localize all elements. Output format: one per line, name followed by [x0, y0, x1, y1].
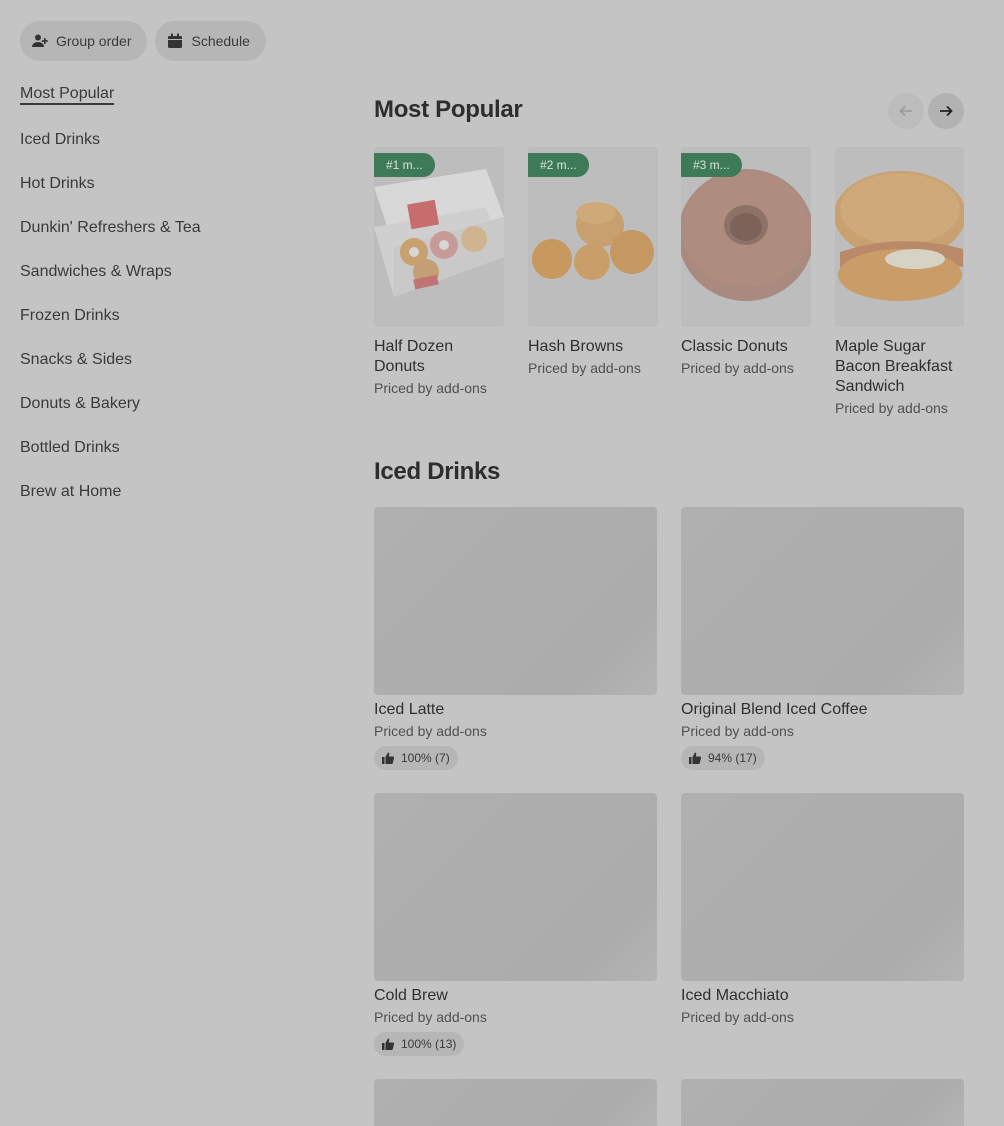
most-popular-heading: Most Popular	[374, 96, 523, 123]
rating-badge: 100% (7)	[374, 746, 458, 770]
rank-badge: #1 m...	[374, 153, 435, 177]
sidebar-item-label: Brew at Home	[20, 483, 122, 500]
sidebar-item-brew-at-home[interactable]: Brew at Home	[20, 480, 320, 524]
item-name: Half Dozen Donuts	[374, 338, 454, 375]
sidebar-item-label: Bottled Drinks	[20, 439, 120, 456]
top-actions: Group order Schedule	[20, 21, 266, 61]
sidebar-item-sandwiches-wraps[interactable]: Sandwiches & Wraps	[20, 260, 320, 304]
sidebar-item-frozen-drinks[interactable]: Frozen Drinks	[20, 304, 320, 348]
item-image-placeholder	[681, 507, 964, 695]
sidebar-item-label: Frozen Drinks	[20, 307, 120, 324]
item-price: Priced by add-ons	[681, 1009, 794, 1025]
item-price: Priced by add-ons	[835, 400, 948, 416]
item-price: Priced by add-ons	[374, 1009, 487, 1025]
menu-item-card[interactable]: Cold Brew Priced by add-ons 100% (13)	[374, 793, 657, 1056]
sidebar-item-label: Iced Drinks	[20, 131, 101, 148]
sidebar-item-label: Dunkin' Refreshers & Tea	[20, 219, 201, 236]
popular-item-card[interactable]: #3 m... Classic Donuts Priced by add-ons	[681, 147, 811, 376]
sidebar-item-hot-drinks[interactable]: Hot Drinks	[20, 172, 320, 216]
item-image	[835, 147, 964, 327]
item-price: Priced by add-ons	[374, 723, 487, 739]
item-name: Classic Donuts	[681, 338, 788, 355]
sidebar-item-most-popular[interactable]: Most Popular	[20, 84, 320, 128]
most-popular-carousel: #1 m... Half Dozen Donuts Priced by add-…	[374, 147, 964, 437]
group-order-button[interactable]: Group order	[20, 21, 148, 61]
popular-item-card[interactable]: #1 m... Half Dozen Donuts Priced by add-…	[374, 147, 504, 396]
sidebar-item-iced-drinks[interactable]: Iced Drinks	[20, 128, 320, 172]
thumbs-up-icon	[689, 752, 701, 764]
item-price: Priced by add-ons	[681, 723, 794, 739]
item-image-placeholder	[374, 507, 657, 695]
item-image: #1 m...	[374, 147, 504, 327]
sidebar-item-label: Snacks & Sides	[20, 351, 133, 368]
thumbs-up-icon	[382, 752, 394, 764]
rating-text: 94% (17)	[708, 751, 757, 765]
category-sidebar: Most Popular Iced Drinks Hot Drinks Dunk…	[20, 84, 320, 524]
item-name: Hash Browns	[528, 338, 624, 355]
arrow-left-icon	[899, 105, 912, 117]
item-name: Iced Macchiato	[681, 987, 789, 1004]
arrow-right-icon	[940, 105, 953, 117]
thumbs-up-icon	[382, 1038, 394, 1050]
popular-item-card[interactable]: #2 m... Hash Browns Priced by add-ons	[528, 147, 658, 376]
rating-badge: 94% (17)	[681, 746, 765, 770]
rating-badge: 100% (13)	[374, 1032, 465, 1056]
item-name: Cold Brew	[374, 987, 448, 1004]
schedule-button[interactable]: Schedule	[155, 21, 266, 61]
calendar-icon	[168, 33, 183, 48]
carousel-next-button[interactable]	[928, 93, 964, 129]
schedule-label: Schedule	[191, 33, 250, 49]
sidebar-item-refreshers-tea[interactable]: Dunkin' Refreshers & Tea	[20, 216, 320, 260]
item-image-placeholder	[374, 793, 657, 981]
menu-item-card[interactable]	[374, 1079, 657, 1126]
item-image-placeholder	[681, 793, 964, 981]
sidebar-item-bottled-drinks[interactable]: Bottled Drinks	[20, 436, 320, 480]
item-image-placeholder	[374, 1079, 657, 1126]
sidebar-item-snacks-sides[interactable]: Snacks & Sides	[20, 348, 320, 392]
menu-item-card[interactable]: Iced Macchiato Priced by add-ons	[681, 793, 964, 1025]
item-price: Priced by add-ons	[374, 380, 487, 396]
iced-drinks-heading: Iced Drinks	[374, 458, 501, 485]
item-image-placeholder	[681, 1079, 964, 1126]
item-name: Maple Sugar Bacon Breakfast Sandwich	[835, 338, 953, 395]
item-image: #2 m...	[528, 147, 658, 327]
item-image: #3 m...	[681, 147, 811, 327]
menu-item-card[interactable]: Original Blend Iced Coffee Priced by add…	[681, 507, 964, 770]
rating-text: 100% (13)	[401, 1037, 457, 1051]
menu-item-card[interactable]: Iced Latte Priced by add-ons 100% (7)	[374, 507, 657, 770]
item-price: Priced by add-ons	[528, 360, 641, 376]
sidebar-item-donuts-bakery[interactable]: Donuts & Bakery	[20, 392, 320, 436]
item-name: Iced Latte	[374, 701, 445, 718]
item-price: Priced by add-ons	[681, 360, 794, 376]
person-add-icon	[32, 34, 48, 47]
rating-text: 100% (7)	[401, 751, 450, 765]
item-name: Original Blend Iced Coffee	[681, 701, 868, 718]
menu-item-card[interactable]	[681, 1079, 964, 1126]
popular-item-card[interactable]: Maple Sugar Bacon Breakfast Sandwich Pri…	[835, 147, 964, 416]
sidebar-item-label: Sandwiches & Wraps	[20, 263, 172, 280]
rank-badge: #3 m...	[681, 153, 742, 177]
breakfast-sandwich-image	[835, 147, 964, 327]
rank-badge: #2 m...	[528, 153, 589, 177]
carousel-prev-button[interactable]	[888, 93, 924, 129]
group-order-label: Group order	[56, 33, 132, 49]
sidebar-item-label: Hot Drinks	[20, 175, 95, 192]
sidebar-item-label: Donuts & Bakery	[20, 395, 141, 412]
sidebar-item-label: Most Popular	[20, 85, 115, 105]
